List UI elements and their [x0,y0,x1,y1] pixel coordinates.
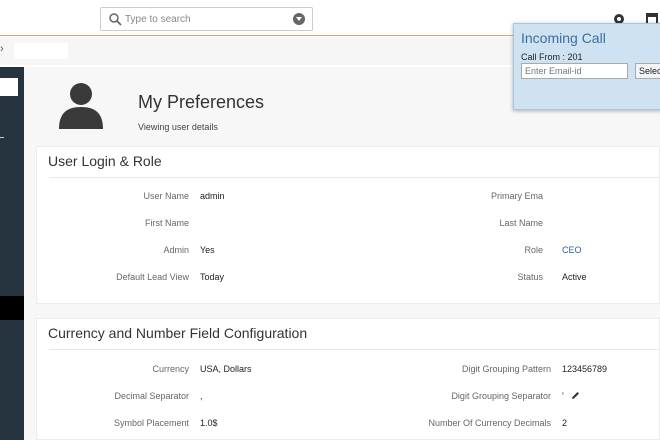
dropdown-icon[interactable] [293,13,305,25]
field-label: Status [517,272,543,282]
breadcrumb-item[interactable] [14,43,68,59]
field-row: First Name Last Name [37,217,660,229]
role-link[interactable]: CEO [562,244,582,256]
field-row: User Name admin Primary Ema [37,190,660,202]
page-subtitle: Viewing user details [138,122,218,132]
search-icon [109,13,122,26]
caller-info: Call From : 201 [521,52,583,62]
search-input[interactable] [125,10,285,28]
sidebar [0,67,24,440]
field-value: Active [562,272,587,282]
user-avatar-icon [59,83,103,129]
field-value: , [200,391,203,401]
field-value: 2 [562,418,568,428]
field-label: First Name [144,218,189,228]
field-value: Today [200,272,225,282]
field-row: Admin Yes Role CEO [37,244,660,256]
field-label: Primary Ema [490,191,543,201]
section-divider [49,349,659,350]
sidebar-item-active[interactable] [0,296,24,320]
sidebar-divider [0,137,4,138]
field-value: 123456789 [562,364,608,374]
user-login-role-section: User Login & Role User Name admin Primar… [36,146,660,304]
email-input[interactable] [521,63,628,79]
field-value: Yes [200,245,215,255]
field-label: Admin [163,245,189,255]
select-button[interactable]: Selec [635,63,660,79]
global-search[interactable] [100,7,313,31]
field-label: Digit Grouping Separator [451,391,551,401]
page-title: My Preferences [138,92,265,112]
currency-config-section: Currency and Number Field Configuration … [36,318,660,440]
field-row: Currency USA, Dollars Digit Grouping Pat… [37,363,660,375]
field-label: Role [524,245,543,255]
field-row: Decimal Separator , Digit Grouping Separ… [37,390,660,402]
field-value: USA, Dollars [200,364,252,374]
field-value: ' [562,391,564,401]
popup-title: Incoming Call [521,30,606,46]
section-title: User Login & Role [48,153,162,169]
field-label: Number Of Currency Decimals [428,418,551,428]
sidebar-search-box[interactable] [0,78,18,96]
incoming-call-popup: Incoming Call Call From : 201 Selec [513,23,660,110]
field-label: Default Lead View [116,272,189,282]
main-content: My Preferences Viewing user details User… [24,67,660,440]
field-label: Currency [152,364,189,374]
field-label: User Name [143,191,189,201]
section-divider [49,177,659,178]
field-label: Decimal Separator [114,391,189,401]
field-label: Symbol Placement [113,418,189,428]
field-row: Symbol Placement 1.0$ Number Of Currency… [37,417,660,429]
field-label: Last Name [499,218,543,228]
field-value: 1.0$ [200,418,218,428]
chevron-right-icon[interactable]: › [0,43,4,55]
section-title: Currency and Number Field Configuration [48,325,308,341]
pencil-icon[interactable] [571,391,580,400]
field-value: admin [200,191,225,201]
field-label: Digit Grouping Pattern [461,364,551,374]
field-row: Default Lead View Today Status Active [37,271,660,283]
